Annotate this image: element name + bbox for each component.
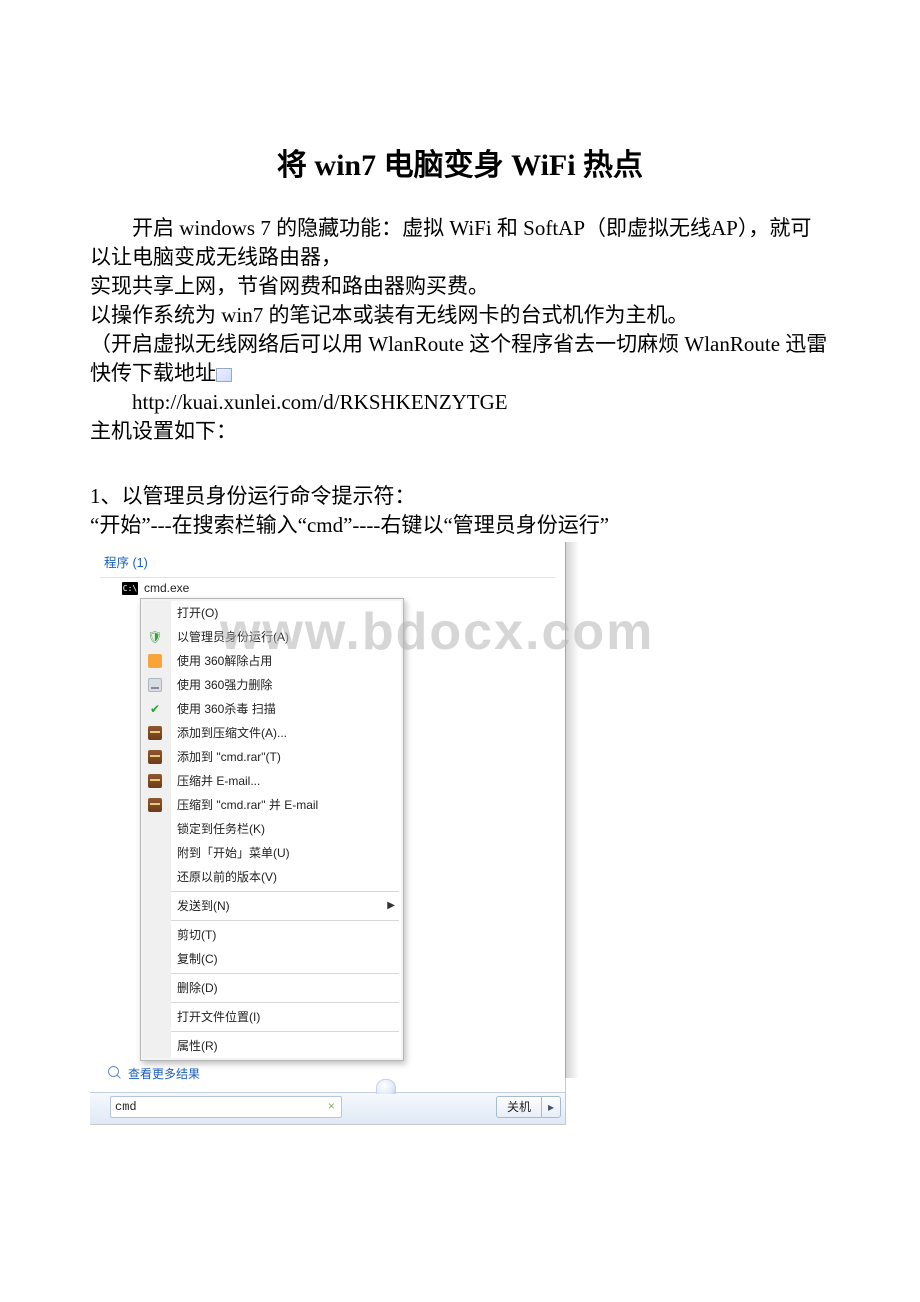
- see-more-label: 查看更多结果: [128, 1065, 200, 1082]
- paragraph: （开启虚拟无线网络后可以用 WlanRoute 这个程序省去一切麻烦 WlanR…: [90, 330, 830, 388]
- paragraph-url: http://kuai.xunlei.com/d/RKSHKENZYTGE: [90, 388, 830, 417]
- rar-icon: [147, 749, 163, 765]
- menu-label: 还原以前的版本(V): [171, 868, 395, 885]
- inline-image-icon: [216, 368, 232, 382]
- menu-label: 压缩并 E-mail...: [171, 772, 395, 789]
- shadow-decoration: [565, 542, 579, 1078]
- square-icon: [147, 653, 163, 669]
- article-body: 开启 windows 7 的隐藏功能：虚拟 WiFi 和 SoftAP（即虚拟无…: [90, 214, 830, 540]
- search-results-header: 程序 (1): [100, 548, 555, 578]
- menu-360-scan[interactable]: ✔ 使用 360杀毒 扫描: [171, 697, 401, 721]
- menu-run-as-admin[interactable]: 🛡 以管理员身份运行(A): [171, 625, 401, 649]
- menu-label: 复制(C): [171, 950, 395, 967]
- menu-label: 使用 360强力删除: [171, 676, 395, 693]
- shredder-icon: [147, 677, 163, 693]
- paragraph: 实现共享上网，节省网费和路由器购买费。: [90, 272, 830, 301]
- menu-separator: [171, 1002, 399, 1003]
- clear-icon[interactable]: ×: [328, 1100, 335, 1114]
- rar-icon: [147, 725, 163, 741]
- menu-properties[interactable]: 属性(R): [171, 1034, 401, 1058]
- rar-icon: [147, 773, 163, 789]
- menu-separator: [171, 920, 399, 921]
- start-bottom-bar: cmd × 关机 ▸: [90, 1092, 565, 1124]
- menu-label: 添加到压缩文件(A)...: [171, 724, 395, 741]
- shutdown-label: 关机: [507, 1098, 531, 1115]
- menu-add-cmd-rar[interactable]: 添加到 "cmd.rar"(T): [171, 745, 401, 769]
- paragraph: 主机设置如下：: [90, 417, 830, 446]
- menu-pin-taskbar[interactable]: 锁定到任务栏(K): [171, 817, 401, 841]
- menu-cut[interactable]: 剪切(T): [171, 923, 401, 947]
- text: （开启虚拟无线网络后可以用 WlanRoute 这个程序省去一切麻烦: [90, 332, 679, 356]
- menu-open[interactable]: 打开(O): [171, 601, 401, 625]
- menu-label: 添加到 "cmd.rar"(T): [171, 748, 395, 765]
- menu-add-archive[interactable]: 添加到压缩文件(A)...: [171, 721, 401, 745]
- step-heading: 1、以管理员身份运行命令提示符：: [90, 482, 830, 511]
- context-menu: 打开(O) 🛡 以管理员身份运行(A) 使用 360解除占用 使用 360强力删…: [140, 598, 404, 1061]
- menu-copy[interactable]: 复制(C): [171, 947, 401, 971]
- menu-label: 发送到(N): [171, 897, 387, 914]
- menu-zip-cmd-email[interactable]: 压缩到 "cmd.rar" 并 E-mail: [171, 793, 401, 817]
- menu-label: 附到「开始」菜单(U): [171, 844, 395, 861]
- start-search-input[interactable]: cmd ×: [110, 1096, 342, 1118]
- paragraph: 开启 windows 7 的隐藏功能：虚拟 WiFi 和 SoftAP（即虚拟无…: [90, 214, 830, 272]
- menu-label: 压缩到 "cmd.rar" 并 E-mail: [171, 796, 395, 813]
- menu-open-location[interactable]: 打开文件位置(I): [171, 1005, 401, 1029]
- menu-label: 删除(D): [171, 979, 395, 996]
- menu-separator: [171, 973, 399, 974]
- menu-label: 属性(R): [171, 1037, 395, 1054]
- menu-360-unlock[interactable]: 使用 360解除占用: [171, 649, 401, 673]
- search-icon: [108, 1066, 122, 1080]
- page-title: 将 win7 电脑变身 WiFi 热点: [90, 140, 830, 184]
- menu-label: 打开(O): [171, 604, 395, 621]
- menu-send-to[interactable]: 发送到(N) ▶: [171, 894, 401, 918]
- menu-delete[interactable]: 删除(D): [171, 976, 401, 1000]
- shutdown-button[interactable]: 关机: [496, 1096, 541, 1118]
- chevron-right-icon: ▸: [548, 1100, 554, 1114]
- search-result-label: cmd.exe: [144, 581, 555, 596]
- menu-separator: [171, 1031, 399, 1032]
- startmenu-screenshot: 程序 (1) C:\ cmd.exe 打开(O) 🛡 以管理员身份运行(A): [90, 542, 566, 1125]
- menu-label: 使用 360杀毒 扫描: [171, 700, 395, 717]
- menu-360-force-delete[interactable]: 使用 360强力删除: [171, 673, 401, 697]
- paragraph: 以操作系统为 win7 的笔记本或装有无线网卡的台式机作为主机。: [90, 301, 830, 330]
- search-value: cmd: [115, 1100, 137, 1114]
- menu-pin-start[interactable]: 附到「开始」菜单(U): [171, 841, 401, 865]
- cmd-icon: C:\: [122, 582, 138, 595]
- search-result-cmd[interactable]: C:\ cmd.exe: [100, 579, 555, 598]
- menu-label: 剪切(T): [171, 926, 395, 943]
- antivirus-icon: ✔: [147, 701, 163, 717]
- menu-label: 锁定到任务栏(K): [171, 820, 395, 837]
- rar-icon: [147, 797, 163, 813]
- shield-icon: 🛡: [147, 629, 163, 645]
- menu-zip-email[interactable]: 压缩并 E-mail...: [171, 769, 401, 793]
- menu-label: 使用 360解除占用: [171, 652, 395, 669]
- submenu-arrow-icon: ▶: [387, 900, 395, 911]
- menu-restore-version[interactable]: 还原以前的版本(V): [171, 865, 401, 889]
- menu-label: 以管理员身份运行(A): [171, 628, 395, 645]
- paragraph: “开始”---在搜索栏输入“cmd”----右键以“管理员身份运行”: [90, 511, 830, 540]
- shutdown-menu-button[interactable]: ▸: [541, 1096, 561, 1118]
- menu-separator: [171, 891, 399, 892]
- menu-label: 打开文件位置(I): [171, 1008, 395, 1025]
- shutdown-split-button: 关机 ▸: [496, 1096, 561, 1118]
